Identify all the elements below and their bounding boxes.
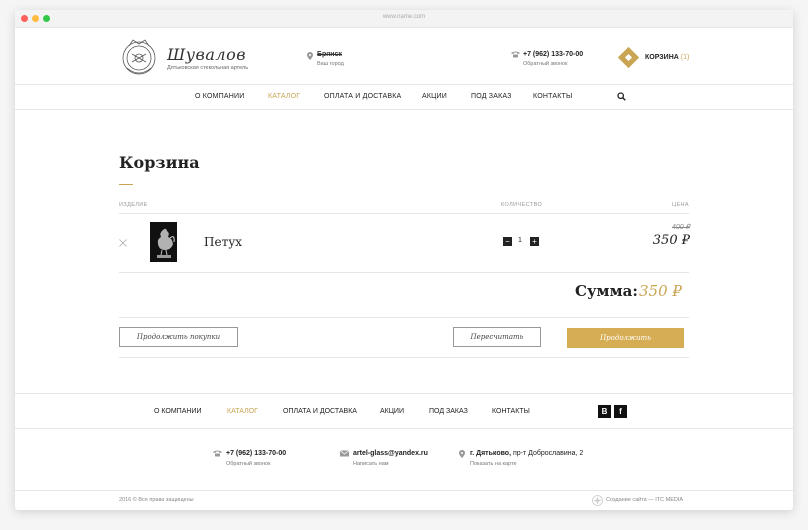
footer-nav-item-catalog[interactable]: КАТАЛОГ (227, 408, 258, 415)
brand-tagline: Дятьковская стекольная артель (167, 65, 249, 71)
phone-icon (511, 51, 520, 58)
rooster-figurine-image (157, 228, 175, 258)
product-name[interactable]: Петух (204, 235, 242, 249)
show-on-map-link[interactable]: Показать на карте (470, 461, 517, 467)
footer-nav-item-about[interactable]: О КОМПАНИИ (154, 408, 201, 415)
browser-titlebar: www.name.com (15, 10, 793, 28)
title-underline (119, 184, 133, 185)
continue-shopping-button[interactable]: Продолжить покупки (119, 327, 238, 347)
developer-credit-text[interactable]: Создание сайта — ITC MEDIA (606, 497, 683, 503)
footer-nav-item-payment-delivery[interactable]: ОПЛАТА И ДОСТАВКА (283, 408, 357, 415)
divider (119, 272, 689, 273)
cart-label: КОРЗИНА (1) (645, 54, 689, 61)
column-header-quantity: КОЛИЧЕСТВО (501, 202, 543, 208)
decrease-quantity-button[interactable]: − (503, 237, 512, 246)
footer-address-text: г. Дятьково, пр-т Доброславина, 2 (470, 450, 584, 457)
city-name[interactable]: Брянск (317, 51, 342, 58)
nav-item-about[interactable]: О КОМПАНИИ (195, 93, 244, 100)
location-pin-icon (307, 52, 313, 60)
developer-credit[interactable]: Создание сайта — ITC MEDIA (592, 495, 683, 508)
callback-link[interactable]: Обратный звонок (523, 61, 567, 67)
item-price: 350 ₽ (652, 233, 690, 248)
cart-icon (617, 46, 640, 69)
footer-email-address[interactable]: artel-glass@yandex.ru (353, 450, 428, 457)
nav-item-contacts[interactable]: КОНТАКТЫ (533, 93, 572, 100)
footer-callback-link[interactable]: Обратный звонок (226, 461, 270, 467)
divider (119, 317, 689, 318)
divider (119, 357, 689, 358)
divider (119, 213, 689, 214)
footer-bottom: 2016 © Все права защищены Создание сайта… (15, 490, 793, 510)
cart-label-text: КОРЗИНА (645, 54, 679, 61)
brand-name[interactable]: Шувалов (167, 45, 246, 64)
cart-count: (1) (680, 54, 690, 61)
vk-icon[interactable]: В (598, 405, 611, 418)
page: Шувалов Дятьковская стекольная артель Бр… (15, 28, 793, 506)
write-us-link[interactable]: Написать нам (353, 461, 389, 467)
nav-item-payment-delivery[interactable]: ОПЛАТА И ДОСТАВКА (324, 93, 401, 100)
nav-item-custom-order[interactable]: ПОД ЗАКАЗ (471, 93, 512, 100)
browser-window: www.name.com Шувалов Дятьковская стеколь… (15, 10, 793, 510)
facebook-icon[interactable]: f (614, 405, 627, 418)
city-caption: Ваш город (317, 61, 344, 67)
address-bar[interactable]: www.name.com (15, 14, 793, 20)
location-pin-icon (459, 450, 465, 458)
footer-phone-number[interactable]: +7 (962) 133-70-00 (226, 450, 286, 457)
site-header: Шувалов Дятьковская стекольная артель Бр… (15, 28, 793, 84)
phone-number[interactable]: +7 (962) 133-70-00 (523, 51, 583, 58)
developer-logo-icon (592, 495, 603, 506)
column-header-item: ИЗДЕЛИЕ (119, 202, 148, 208)
search-icon[interactable] (617, 92, 626, 101)
recalculate-button[interactable]: Пересчитать (453, 327, 541, 347)
footer-nav: О КОМПАНИИ КАТАЛОГ ОПЛАТА И ДОСТАВКА АКЦ… (15, 393, 793, 429)
old-price: 400 ₽ (671, 224, 690, 231)
footer-nav-item-promotions[interactable]: АКЦИИ (380, 408, 404, 415)
column-header-price: ЦЕНА (672, 202, 689, 208)
footer-nav-item-custom-order[interactable]: ПОД ЗАКАЗ (429, 408, 468, 415)
quantity-value[interactable]: 1 (518, 237, 522, 244)
total-label: Сумма: (575, 282, 638, 300)
total-value: 350 ₽ (639, 282, 682, 300)
product-thumbnail[interactable] (150, 222, 177, 262)
increase-quantity-button[interactable]: + (530, 237, 539, 246)
remove-item-icon[interactable] (119, 239, 127, 247)
mail-icon (340, 450, 349, 457)
nav-item-promotions[interactable]: АКЦИИ (422, 93, 447, 100)
copyright: 2016 © Все права защищены (119, 497, 194, 503)
footer-nav-item-contacts[interactable]: КОНТАКТЫ (492, 408, 530, 415)
main-nav: О КОМПАНИИ КАТАЛОГ ОПЛАТА И ДОСТАВКА АКЦ… (15, 84, 793, 110)
proceed-button[interactable]: Продолжить (567, 328, 684, 348)
nav-item-catalog[interactable]: КАТАЛОГ (268, 93, 300, 100)
page-title: Корзина (119, 153, 200, 172)
phone-icon (213, 450, 222, 457)
